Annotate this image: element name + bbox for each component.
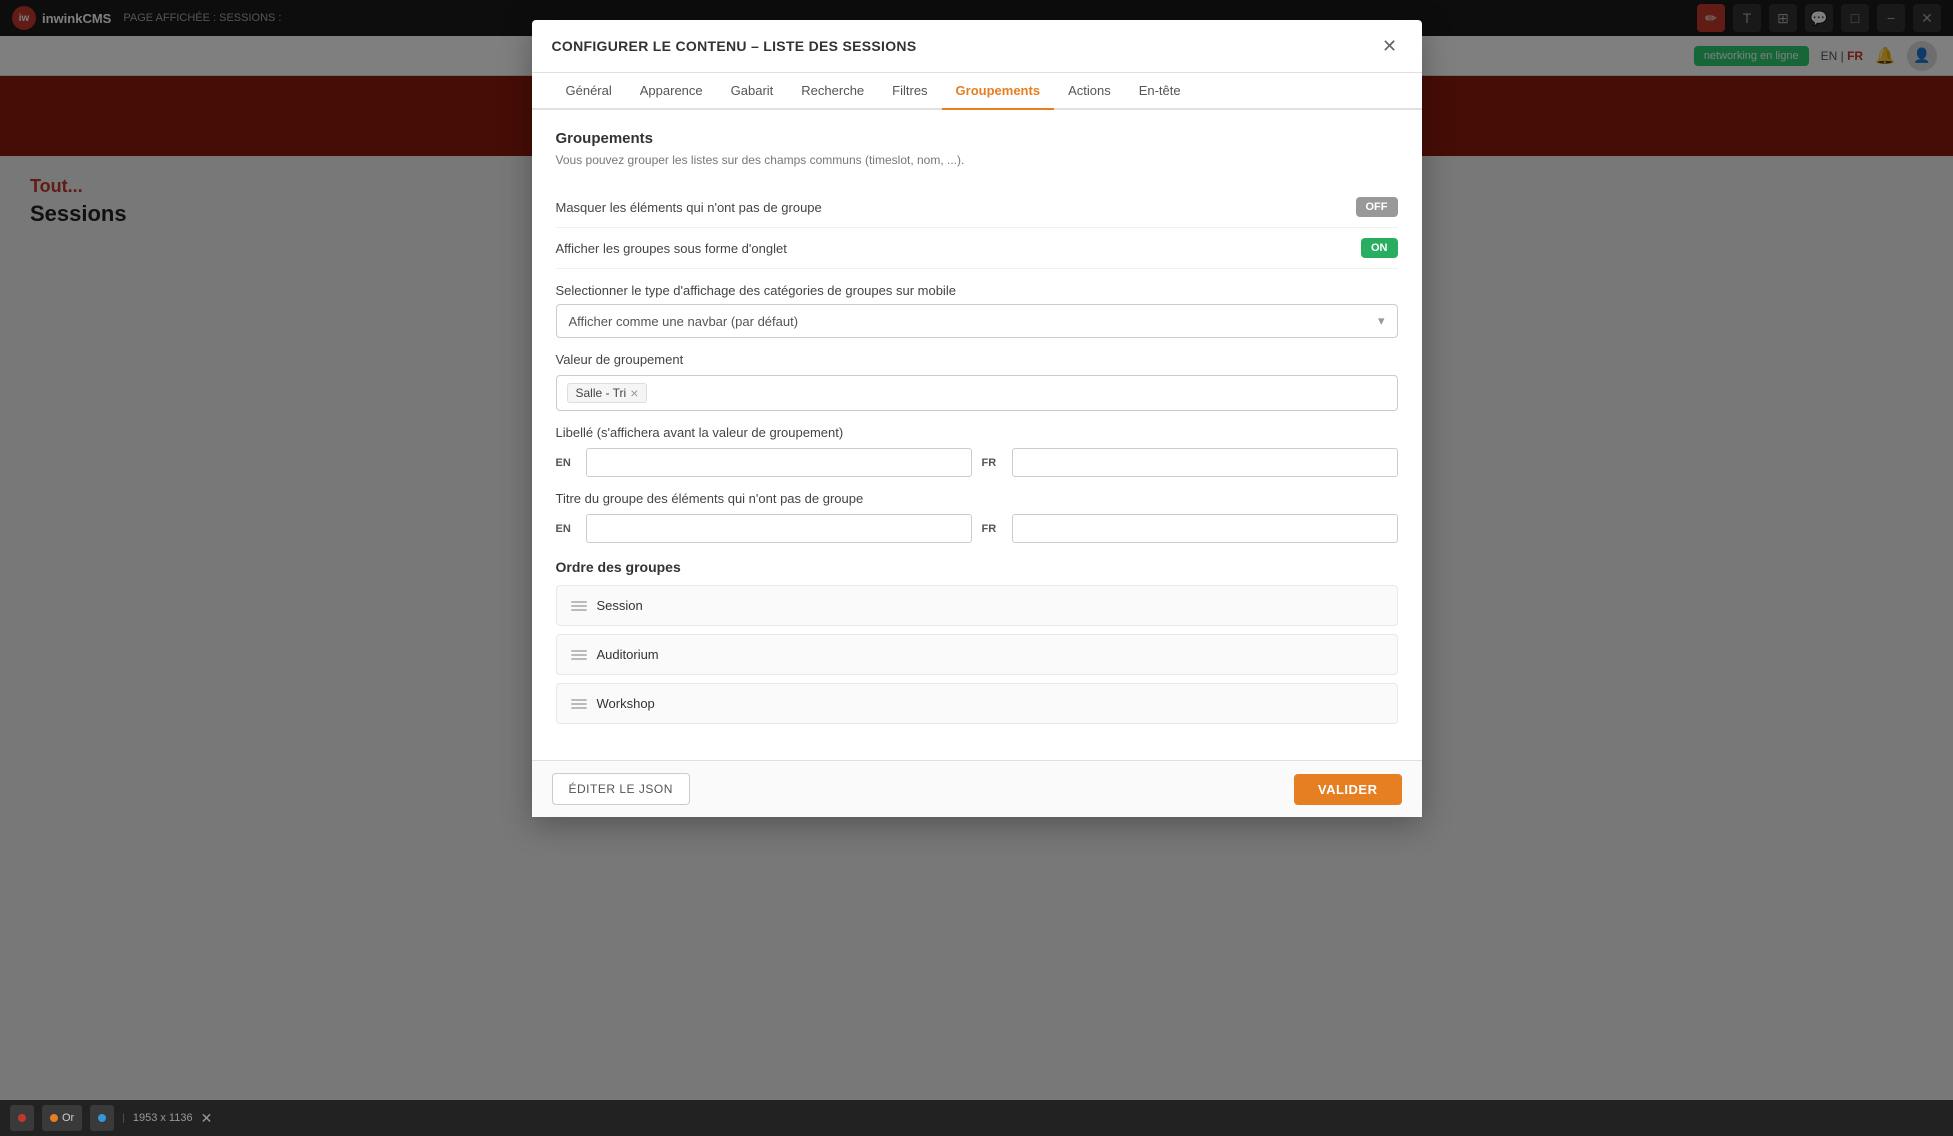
taskbar-separator: |	[122, 1113, 125, 1124]
titre-en-input[interactable]	[586, 514, 972, 543]
tab-apparence[interactable]: Apparence	[626, 73, 717, 110]
dropdown-mobile-row: Selectionner le type d'affichage des cat…	[556, 283, 1398, 338]
taskbar: Or | 1953 x 1136 ✕	[0, 1100, 1953, 1136]
titre-sans-groupe-title: Titre du groupe des éléments qui n'ont p…	[556, 491, 1398, 506]
toggle-afficher-row: Afficher les groupes sous forme d'onglet…	[556, 228, 1398, 269]
libelle-en-input[interactable]	[586, 448, 972, 477]
toggle-afficher-label: Afficher les groupes sous forme d'onglet	[556, 241, 787, 256]
ordre-item-label-2: Workshop	[597, 696, 655, 711]
titre-fr-input[interactable]	[1012, 514, 1398, 543]
section-desc: Vous pouvez grouper les listes sur des c…	[556, 153, 1398, 167]
tab-filtres[interactable]: Filtres	[878, 73, 941, 110]
libelle-en-group: EN	[556, 448, 972, 477]
tab-actions[interactable]: Actions	[1054, 73, 1125, 110]
tab-recherche[interactable]: Recherche	[787, 73, 878, 110]
ordre-section: Ordre des groupes Session Auditorium Wor…	[556, 559, 1398, 724]
modal-header: CONFIGURER LE CONTENU – LISTE DES SESSIO…	[532, 20, 1422, 73]
tab-gabarit[interactable]: Gabarit	[717, 73, 788, 110]
groupement-label: Valeur de groupement	[556, 352, 1398, 367]
tab-groupements[interactable]: Groupements	[942, 73, 1055, 110]
groupement-tag-input[interactable]: Salle - Tri ×	[556, 375, 1398, 411]
titre-sans-groupe-section: Titre du groupe des éléments qui n'ont p…	[556, 491, 1398, 543]
ordre-item-label-0: Session	[597, 598, 643, 613]
section-title: Groupements	[556, 130, 1398, 147]
toggle-afficher-button[interactable]: ON	[1361, 238, 1398, 258]
titre-en-tag: EN	[556, 523, 580, 535]
ordre-item-0[interactable]: Session	[556, 585, 1398, 626]
libelle-fr-tag: FR	[982, 457, 1006, 469]
libelle-fr-group: FR	[982, 448, 1398, 477]
titre-fr-tag: FR	[982, 523, 1006, 535]
drag-handle-1	[571, 650, 587, 660]
libelle-lang-inputs: EN FR	[556, 448, 1398, 477]
toggle-masquer-button[interactable]: OFF	[1356, 197, 1398, 217]
titre-fr-group: FR	[982, 514, 1398, 543]
drag-handle-0	[571, 601, 587, 611]
libelle-title: Libellé (s'affichera avant la valeur de …	[556, 425, 1398, 440]
groupement-tag-text: Salle - Tri	[576, 386, 627, 400]
dropdown-mobile-value: Afficher comme une navbar (par défaut)	[569, 314, 799, 329]
ordre-item-1[interactable]: Auditorium	[556, 634, 1398, 675]
taskbar-close-icon[interactable]: ✕	[201, 1110, 213, 1127]
taskbar-dot-red	[18, 1114, 26, 1122]
chevron-down-icon: ▾	[1378, 313, 1385, 329]
taskbar-item-2[interactable]: Or	[42, 1105, 82, 1131]
taskbar-dot-blue	[98, 1114, 106, 1122]
libelle-fr-input[interactable]	[1012, 448, 1398, 477]
groupement-tag-remove[interactable]: ×	[630, 386, 638, 400]
valider-button[interactable]: VALIDER	[1294, 774, 1402, 805]
dropdown-mobile-select[interactable]: Afficher comme une navbar (par défaut) ▾	[556, 304, 1398, 338]
toggle-masquer-row: Masquer les éléments qui n'ont pas de gr…	[556, 187, 1398, 228]
taskbar-dot-orange	[50, 1114, 58, 1122]
toggle-masquer-label: Masquer les éléments qui n'ont pas de gr…	[556, 200, 822, 215]
titre-lang-inputs: EN FR	[556, 514, 1398, 543]
modal-body: Groupements Vous pouvez grouper les list…	[532, 110, 1422, 760]
drag-handle-2	[571, 699, 587, 709]
modal-title: CONFIGURER LE CONTENU – LISTE DES SESSIO…	[552, 38, 917, 54]
modal-close-button[interactable]: ✕	[1378, 34, 1402, 58]
taskbar-item-1[interactable]	[10, 1105, 34, 1131]
libelle-section: Libellé (s'affichera avant la valeur de …	[556, 425, 1398, 477]
modal-footer: ÉDITER LE JSON VALIDER	[532, 760, 1422, 817]
taskbar-item-or-label: Or	[62, 1112, 74, 1124]
titre-en-group: EN	[556, 514, 972, 543]
ordre-item-2[interactable]: Workshop	[556, 683, 1398, 724]
modal: CONFIGURER LE CONTENU – LISTE DES SESSIO…	[532, 20, 1422, 817]
ordre-title: Ordre des groupes	[556, 559, 1398, 575]
groupement-section: Valeur de groupement Salle - Tri ×	[556, 352, 1398, 411]
dropdown-mobile-label: Selectionner le type d'affichage des cat…	[556, 283, 1398, 298]
tab-entete[interactable]: En-tête	[1125, 73, 1195, 110]
modal-tabs: Général Apparence Gabarit Recherche Filt…	[532, 73, 1422, 110]
ordre-item-label-1: Auditorium	[597, 647, 659, 662]
taskbar-item-3[interactable]	[90, 1105, 114, 1131]
tab-general[interactable]: Général	[552, 73, 626, 110]
groupement-tag: Salle - Tri ×	[567, 383, 648, 403]
taskbar-resolution: 1953 x 1136	[133, 1112, 193, 1124]
libelle-en-tag: EN	[556, 457, 580, 469]
edit-json-button[interactable]: ÉDITER LE JSON	[552, 773, 690, 805]
